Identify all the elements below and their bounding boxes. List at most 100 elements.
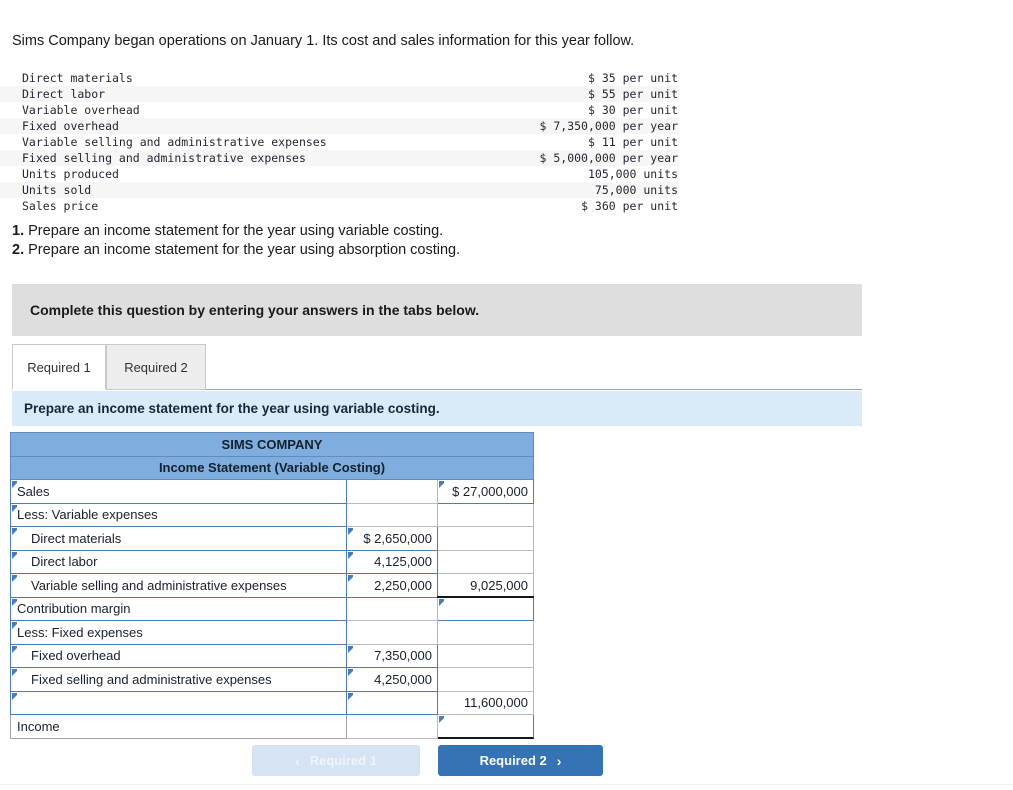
facts-label: Units sold: [22, 183, 92, 197]
statement-row: Fixed selling and administrative expense…: [10, 667, 534, 692]
cell-marker-icon: [439, 599, 444, 606]
statement-amount-cell-1[interactable]: $ 2,650,000: [346, 526, 438, 551]
statement-amount-cell-1[interactable]: [346, 714, 438, 739]
cell-marker-icon: [348, 645, 353, 653]
statement-amount-cell-1[interactable]: [346, 620, 438, 645]
statement-amount-cell-1[interactable]: 2,250,000: [346, 573, 438, 598]
statement-row: Income: [10, 714, 534, 739]
statement-label-text: Sales: [17, 483, 50, 499]
facts-value: $ 360 per unit: [581, 199, 678, 213]
statement-amount-cell-1[interactable]: 4,250,000: [346, 667, 438, 692]
requirement-number: 1.: [12, 223, 25, 239]
income-statement-grid: SIMS COMPANY Income Statement (Variable …: [10, 432, 534, 739]
facts-label: Variable overhead: [22, 103, 140, 117]
statement-label-cell[interactable]: Variable selling and administrative expe…: [10, 573, 347, 598]
intro-text: Sims Company began operations on January…: [12, 33, 635, 49]
facts-value: $ 5,000,000 per year: [539, 151, 678, 165]
statement-label-cell[interactable]: Sales: [10, 479, 347, 504]
statement-title-row: SIMS COMPANY: [10, 432, 534, 457]
statement-amount-cell-2[interactable]: 11,600,000: [437, 690, 534, 715]
statement-label-cell[interactable]: Contribution margin: [10, 596, 347, 621]
requirements-list: 1. Prepare an income statement for the y…: [12, 222, 460, 260]
statement-label-text: Fixed overhead: [31, 648, 121, 664]
statement-row: Contribution margin: [10, 596, 534, 621]
statement-amount-cell-2[interactable]: [437, 526, 534, 551]
statement-amount-cell-1[interactable]: [346, 479, 438, 504]
statement-label-text: Less: Variable expenses: [17, 507, 158, 523]
statement-amount-cell-2[interactable]: [437, 714, 534, 739]
tab-required-1[interactable]: Required 1: [12, 344, 106, 390]
statement-amount-cell-1[interactable]: [346, 596, 438, 621]
requirement-number: 2.: [12, 242, 25, 258]
instruction-banner: Complete this question by entering your …: [12, 284, 862, 336]
requirement-text: Prepare an income statement for the year…: [28, 242, 461, 258]
facts-value: $ 30 per unit: [587, 103, 678, 117]
statement-amount-cell-2[interactable]: [437, 549, 534, 574]
statement-label-cell[interactable]: Less: Variable expenses: [10, 502, 347, 527]
statement-subtitle-row: Income Statement (Variable Costing): [10, 455, 534, 480]
statement-label-cell[interactable]: Direct labor: [10, 549, 347, 574]
cell-marker-icon: [12, 692, 17, 700]
facts-value: 75,000 units: [594, 183, 678, 197]
statement-amount-cell-2[interactable]: [437, 620, 534, 645]
statement-amount-text-1: 4,125,000: [374, 554, 432, 570]
cell-marker-icon: [348, 528, 353, 535]
statement-amount-cell-2[interactable]: 9,025,000: [437, 573, 534, 598]
statement-amount-text-1: 7,350,000: [374, 648, 432, 664]
facts-row: Variable selling and administrative expe…: [0, 134, 679, 150]
chevron-left-icon: ‹: [295, 752, 300, 769]
statement-label-cell[interactable]: Fixed overhead: [10, 643, 347, 668]
cell-marker-icon: [12, 504, 17, 512]
facts-label: Direct labor: [22, 87, 106, 101]
income-statement-body: SIMS COMPANY Income Statement (Variable …: [10, 432, 534, 739]
cell-marker-icon: [439, 481, 444, 488]
statement-label-cell[interactable]: [10, 690, 347, 715]
statement-amount-cell-2[interactable]: [437, 667, 534, 692]
statement-row: Less: Fixed expenses: [10, 620, 534, 645]
facts-label: Sales price: [22, 199, 99, 213]
requirement-prompt-text: Prepare an income statement for the year…: [24, 401, 440, 416]
next-required-label: Required 2: [479, 753, 547, 768]
statement-amount-cell-1[interactable]: [346, 690, 438, 715]
statement-amount-cell-1[interactable]: [346, 502, 438, 527]
question-page: Sims Company began operations on January…: [0, 0, 1013, 790]
facts-value: $ 35 per unit: [587, 71, 678, 85]
facts-row: Units produced 105,000 units: [0, 166, 679, 182]
facts-row: Units sold 75,000 units: [0, 182, 679, 198]
statement-amount-cell-2[interactable]: [437, 643, 534, 668]
statement-subtitle-cell: Income Statement (Variable Costing): [10, 455, 534, 480]
previous-required-button[interactable]: ‹ Required 1: [252, 745, 420, 776]
statement-label-cell[interactable]: Fixed selling and administrative expense…: [10, 667, 347, 692]
statement-amount-cell-1[interactable]: 4,125,000: [346, 549, 438, 574]
statement-amount-text-1: 2,250,000: [374, 577, 432, 593]
statement-label-cell[interactable]: Income: [10, 714, 347, 739]
cell-marker-icon: [348, 551, 353, 559]
cell-marker-icon: [12, 645, 17, 653]
statement-label-text: Contribution margin: [17, 601, 131, 617]
facts-label: Fixed overhead: [22, 119, 119, 133]
facts-value: $ 11 per unit: [587, 135, 678, 149]
facts-value: $ 55 per unit: [587, 87, 678, 101]
statement-amount-text-2: 11,600,000: [463, 695, 528, 711]
next-required-button[interactable]: Required 2 ›: [438, 745, 603, 776]
statement-amount-cell-2[interactable]: [437, 502, 534, 527]
tab-required-2-label: Required 2: [124, 359, 188, 375]
statement-label-cell[interactable]: Less: Fixed expenses: [10, 620, 347, 645]
tab-required-2[interactable]: Required 2: [106, 344, 206, 390]
cell-marker-icon: [12, 598, 17, 606]
requirement-item: 1. Prepare an income statement for the y…: [12, 222, 460, 241]
requirement-prompt: Prepare an income statement for the year…: [12, 391, 862, 426]
statement-amount-cell-2[interactable]: [437, 596, 534, 621]
cell-marker-icon: [12, 669, 17, 676]
facts-row: Direct materials $ 35 per unit: [0, 70, 679, 86]
facts-row: Variable overhead $ 30 per unit: [0, 102, 679, 118]
facts-row: Fixed selling and administrative expense…: [0, 150, 679, 166]
statement-label-text: Direct labor: [31, 554, 98, 570]
facts-value: $ 7,350,000 per year: [539, 119, 678, 133]
statement-label-cell[interactable]: Direct materials: [10, 526, 347, 551]
requirement-text: Prepare an income statement for the year…: [28, 223, 444, 239]
cell-marker-icon: [12, 528, 17, 535]
cell-marker-icon: [12, 622, 17, 629]
statement-amount-cell-2[interactable]: $ 27,000,000: [437, 479, 534, 504]
statement-amount-cell-1[interactable]: 7,350,000: [346, 643, 438, 668]
